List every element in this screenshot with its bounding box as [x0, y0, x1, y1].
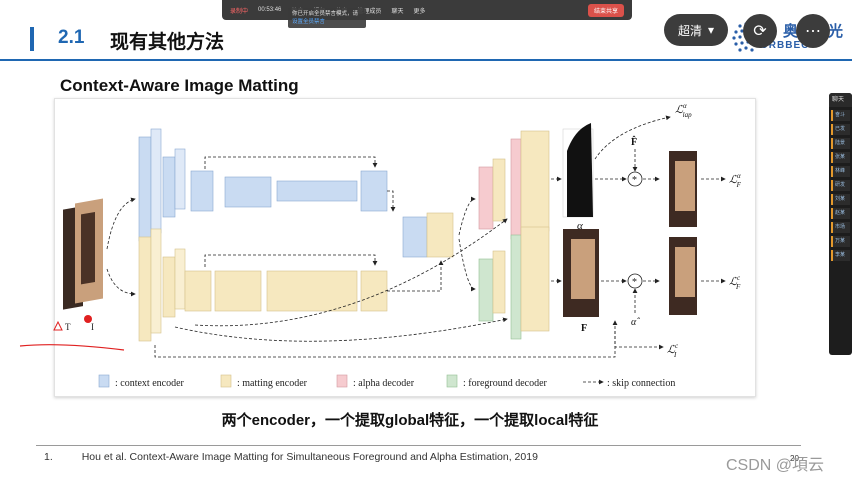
stop-share-button[interactable]: 结束共享 — [587, 3, 624, 17]
context-encoder — [138, 128, 388, 242]
chat-item[interactable]: 市场 — [831, 222, 850, 233]
legend-swatch-context — [98, 374, 110, 388]
legend-matting: : matting encoder — [237, 378, 308, 389]
csdn-watermark: CSDN @項云 — [726, 457, 825, 474]
architecture-diagram: T I α F * * F̂ α̂ ℒα lap ℒα F ℒc F ℒc I … — [63, 102, 742, 389]
f-label: F — [581, 323, 587, 334]
legend-skip: : skip connection — [607, 378, 675, 389]
alpha-output-image — [562, 123, 594, 218]
loss-f-c: ℒc F — [729, 274, 741, 291]
chevron-down-icon: ▾ — [707, 23, 715, 37]
quality-selector[interactable]: 超清 ▾ — [664, 14, 728, 46]
chat-item[interactable]: 已发 — [831, 124, 850, 135]
chat-item[interactable]: 万某 — [831, 236, 850, 247]
chat-item[interactable]: 研发 — [831, 180, 850, 191]
rotate-icon: ⟳ — [753, 23, 767, 40]
pen-dot-mark — [84, 315, 92, 323]
chat-item[interactable]: 林峰 — [831, 166, 850, 177]
fusion-context-block — [402, 216, 428, 258]
rotate-button[interactable]: ⟳ — [743, 14, 777, 48]
recording-timer: 00:53:46 — [258, 7, 282, 13]
composite-image-top — [663, 141, 699, 233]
reference-line: 1. Hou et al. Context-Aware Image Mattin… — [44, 451, 538, 463]
header-divider — [0, 59, 852, 61]
toolbar-item-more[interactable]: 更多 — [413, 6, 425, 15]
more-button[interactable]: ⋯ — [796, 14, 830, 48]
multiply-operator-top: * — [632, 175, 637, 186]
recording-indicator: 录制中 — [230, 8, 249, 15]
fusion-matting-block — [426, 212, 454, 258]
pen-annotation — [19, 315, 125, 351]
toast-link[interactable]: 设置全员禁言 — [292, 18, 362, 26]
quality-label: 超清 — [677, 23, 702, 38]
legend-swatch-foreground — [446, 374, 458, 388]
matting-encoder — [138, 228, 388, 342]
footer-divider — [36, 445, 801, 446]
foreground-output-image — [563, 229, 599, 317]
chat-item[interactable]: 陆景 — [831, 138, 850, 149]
composite-image-bottom — [663, 227, 699, 319]
input-image-stack — [63, 198, 103, 310]
more-dots-icon: ⋯ — [805, 23, 821, 40]
toolbar-item-chat[interactable]: 聊天 — [391, 6, 403, 15]
architecture-figure: T I α F * * F̂ α̂ ℒα lap ℒα F ℒc F ℒc I … — [54, 98, 756, 397]
chat-item[interactable]: 刘某 — [831, 194, 850, 205]
multiply-operator-bottom: * — [632, 277, 637, 288]
loss-i-c: ℒc I — [667, 342, 679, 359]
alpha-hat-label: α̂ — [631, 317, 640, 328]
meeting-toolbar: 录制中 00:53:46 静音 视频 共享 管理成员 聊天 更多 结束共享 — [222, 0, 632, 20]
reference-number: 1. — [44, 451, 53, 463]
loss-lap: ℒα lap — [675, 102, 692, 119]
legend-swatch-alpha — [336, 374, 348, 388]
chat-side-panel[interactable]: 聊天 奋斗 已发 陆景 张某 林峰 研发 刘某 赵某 市场 万某 李某 — [829, 93, 852, 355]
figure-legend: : context encoder : matting encoder : al… — [98, 374, 675, 389]
f-hat-label: F̂ — [631, 135, 637, 148]
loss-f-alpha: ℒα F — [729, 172, 742, 189]
chat-item[interactable]: 奋斗 — [831, 110, 850, 121]
legend-context: : context encoder — [115, 378, 185, 389]
legend-foreground: : foreground decoder — [463, 378, 548, 389]
chat-item[interactable]: 张某 — [831, 152, 850, 163]
slide-caption: 两个encoder，一个提取global特征，一个提取local特征 — [221, 412, 599, 429]
toast-notification: 你已开启全员禁言模式，请 设置全员禁言 — [288, 8, 366, 28]
slide-subtitle: Context-Aware Image Matting — [60, 76, 299, 95]
chat-item[interactable]: 李某 — [831, 250, 850, 261]
chat-panel-header: 聊天 — [829, 93, 852, 107]
chat-item[interactable]: 赵某 — [831, 208, 850, 219]
pen-underline-mark — [19, 344, 125, 351]
reference-text: Hou et al. Context-Aware Image Matting f… — [81, 451, 538, 463]
alpha-decoder — [478, 130, 550, 240]
section-number: 2.1 — [58, 27, 85, 48]
legend-swatch-matting — [220, 374, 232, 388]
legend-alpha: : alpha decoder — [353, 378, 415, 389]
toast-message: 你已开启全员禁言模式，请 — [292, 11, 359, 17]
pen-triangle-mark — [53, 320, 63, 331]
section-accent-bar — [30, 27, 34, 51]
section-title: 现有其他方法 — [110, 32, 225, 53]
